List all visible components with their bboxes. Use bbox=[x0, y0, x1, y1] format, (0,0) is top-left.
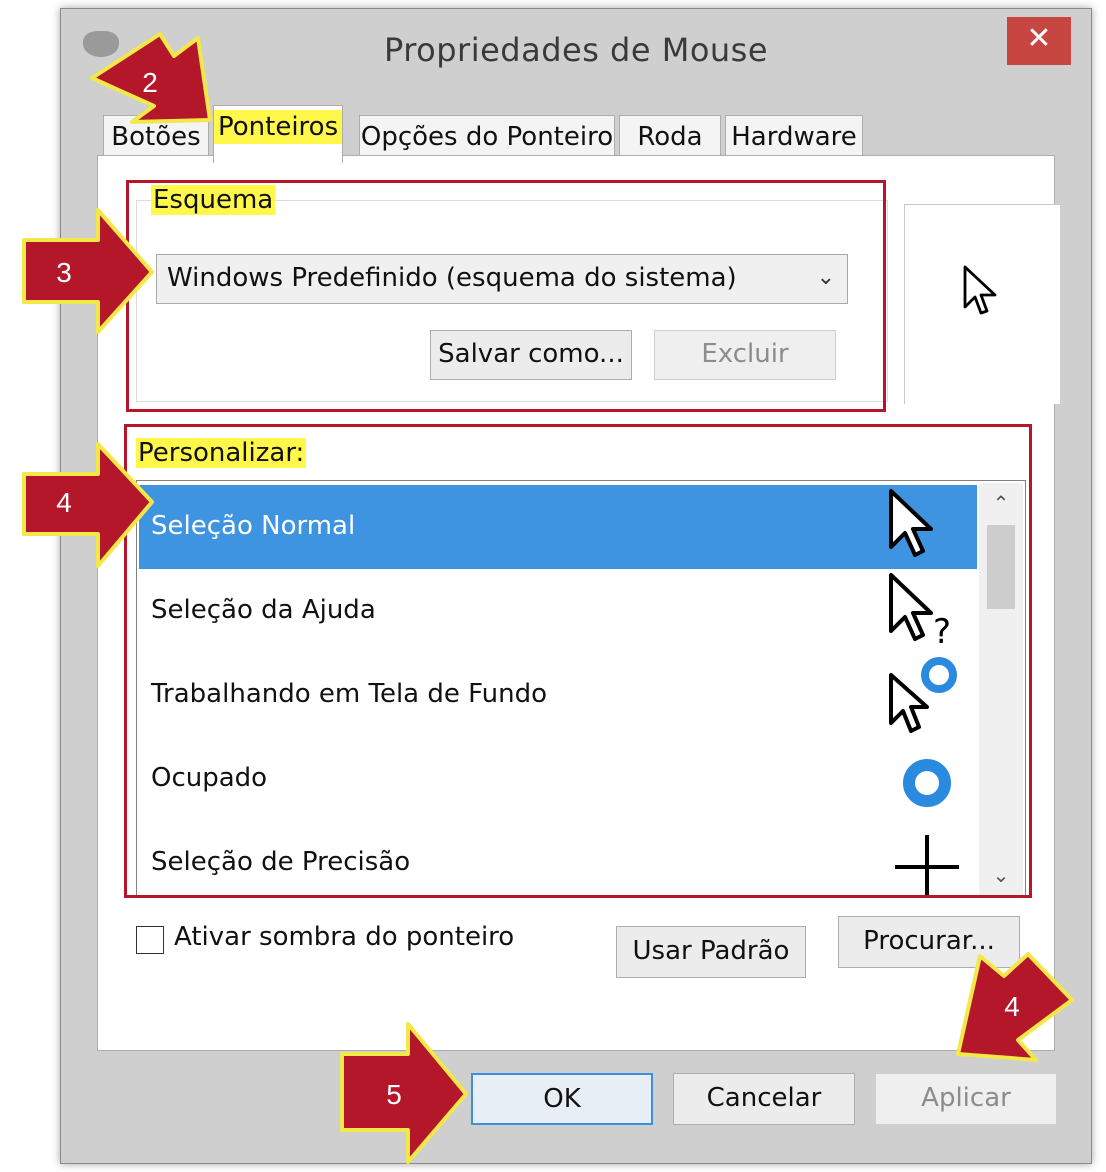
tab-ponteiros[interactable]: Ponteiros bbox=[213, 105, 343, 163]
callout-step-5: 5 bbox=[338, 1020, 470, 1170]
arrow-cursor-preview-icon bbox=[963, 265, 997, 315]
callout-step-2: 2 bbox=[86, 28, 226, 152]
close-button[interactable]: ✕ bbox=[1007, 17, 1071, 65]
ok-button[interactable]: OK bbox=[471, 1073, 653, 1125]
callout-3-label: 3 bbox=[56, 257, 72, 288]
callout-step-4-apply: 4 bbox=[940, 948, 1080, 1082]
callout-step-3: 3 bbox=[20, 206, 156, 340]
cancel-button[interactable]: Cancelar bbox=[673, 1073, 855, 1125]
shadow-checkbox-label: Ativar sombra do ponteiro bbox=[174, 922, 515, 952]
close-icon: ✕ bbox=[1026, 21, 1052, 56]
annotation-frame-scheme bbox=[126, 180, 886, 412]
callout-step-4-list: 4 bbox=[20, 440, 156, 574]
callout-4b-label: 4 bbox=[1004, 991, 1020, 1022]
callout-5-label: 5 bbox=[386, 1079, 402, 1110]
cursor-preview bbox=[904, 204, 1060, 404]
callout-4a-label: 4 bbox=[56, 487, 72, 518]
callout-2-label: 2 bbox=[142, 67, 158, 98]
annotation-frame-customize bbox=[124, 424, 1032, 898]
use-default-button[interactable]: Usar Padrão bbox=[616, 926, 806, 978]
shadow-checkbox[interactable] bbox=[136, 926, 164, 954]
